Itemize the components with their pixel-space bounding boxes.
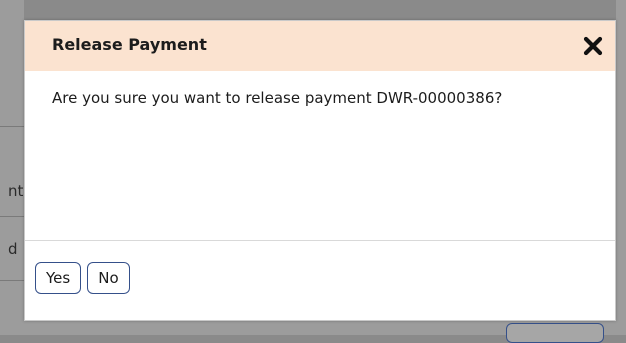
- background-divider: [0, 280, 24, 281]
- dialog-message: Are you sure you want to release payment…: [52, 89, 503, 107]
- dialog-title: Release Payment: [52, 35, 207, 54]
- no-button[interactable]: No: [87, 262, 130, 294]
- release-payment-dialog: Release Payment Are you sure you want to…: [24, 20, 616, 321]
- close-icon: [583, 36, 603, 56]
- dialog-divider: [25, 240, 615, 241]
- background-page-right: [616, 0, 626, 335]
- yes-button[interactable]: Yes: [35, 262, 82, 294]
- background-divider: [0, 216, 24, 217]
- dialog-header: Release Payment: [25, 21, 615, 71]
- background-page-left: nt d: [0, 0, 24, 335]
- background-text: d: [8, 240, 18, 258]
- background-page-bottom: [0, 321, 626, 343]
- dialog-footer: Yes No: [35, 262, 136, 294]
- background-divider: [0, 126, 24, 127]
- background-text: nt: [8, 182, 24, 200]
- close-button[interactable]: [581, 34, 605, 58]
- background-button: [506, 323, 604, 343]
